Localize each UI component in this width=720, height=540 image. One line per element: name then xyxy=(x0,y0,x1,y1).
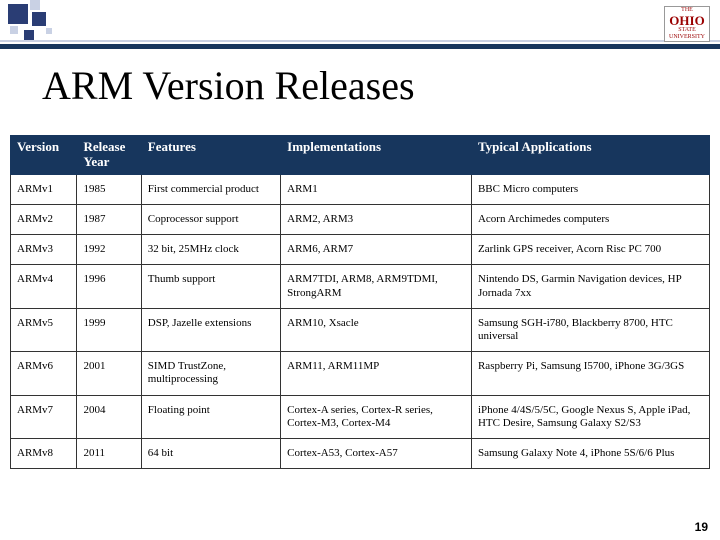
cell-features: DSP, Jazelle extensions xyxy=(141,308,280,351)
table-row: ARMv62001SIMD TrustZone, multiprocessing… xyxy=(11,352,710,395)
logo-line2: OHIO xyxy=(667,14,707,27)
cell-impl: ARM2, ARM3 xyxy=(281,205,472,235)
col-applications: Typical Applications xyxy=(471,136,709,175)
cell-year: 1999 xyxy=(77,308,141,351)
cell-year: 1987 xyxy=(77,205,141,235)
cell-impl: ARM11, ARM11MP xyxy=(281,352,472,395)
table-row: ARMv8201164 bitCortex-A53, Cortex-A57Sam… xyxy=(11,438,710,468)
cell-features: 64 bit xyxy=(141,438,280,468)
table-header-row: Version Release Year Features Implementa… xyxy=(11,136,710,175)
col-version: Version xyxy=(11,136,77,175)
page-number: 19 xyxy=(695,520,708,534)
cell-impl: ARM6, ARM7 xyxy=(281,235,472,265)
table-container: Version Release Year Features Implementa… xyxy=(10,135,710,469)
logo-line3: STATE xyxy=(667,27,707,34)
table-row: ARMv21987Coprocessor supportARM2, ARM3Ac… xyxy=(11,205,710,235)
cell-apps: Samsung Galaxy Note 4, iPhone 5S/6/6 Plu… xyxy=(471,438,709,468)
cell-year: 2001 xyxy=(77,352,141,395)
cell-features: Floating point xyxy=(141,395,280,438)
corner-squares-icon xyxy=(0,0,120,40)
table-row: ARMv41996Thumb supportARM7TDI, ARM8, ARM… xyxy=(11,265,710,308)
cell-apps: Raspberry Pi, Samsung I5700, iPhone 3G/3… xyxy=(471,352,709,395)
header-rule-dark xyxy=(0,44,720,49)
table-row: ARMv3199232 bit, 25MHz clockARM6, ARM7Za… xyxy=(11,235,710,265)
col-implementations: Implementations xyxy=(281,136,472,175)
table-row: ARMv72004Floating pointCortex-A series, … xyxy=(11,395,710,438)
cell-apps: Zarlink GPS receiver, Acorn Risc PC 700 xyxy=(471,235,709,265)
arm-releases-table: Version Release Year Features Implementa… xyxy=(10,135,710,469)
cell-apps: Acorn Archimedes computers xyxy=(471,205,709,235)
logo-line4: UNIVERSITY xyxy=(667,34,707,41)
col-release-year: Release Year xyxy=(77,136,141,175)
cell-impl: ARM7TDI, ARM8, ARM9TDMI, StrongARM xyxy=(281,265,472,308)
cell-year: 1996 xyxy=(77,265,141,308)
cell-impl: ARM1 xyxy=(281,174,472,204)
cell-apps: BBC Micro computers xyxy=(471,174,709,204)
cell-year: 2011 xyxy=(77,438,141,468)
slide-header: THE OHIO STATE UNIVERSITY xyxy=(0,0,720,50)
col-features: Features xyxy=(141,136,280,175)
cell-impl: Cortex-A series, Cortex-R series, Cortex… xyxy=(281,395,472,438)
cell-apps: Nintendo DS, Garmin Navigation devices, … xyxy=(471,265,709,308)
cell-features: Thumb support xyxy=(141,265,280,308)
cell-apps: Samsung SGH-i780, Blackberry 8700, HTC u… xyxy=(471,308,709,351)
cell-year: 1992 xyxy=(77,235,141,265)
cell-year: 1985 xyxy=(77,174,141,204)
cell-features: 32 bit, 25MHz clock xyxy=(141,235,280,265)
cell-version: ARMv4 xyxy=(11,265,77,308)
header-rule-light xyxy=(0,40,720,42)
cell-version: ARMv2 xyxy=(11,205,77,235)
cell-features: SIMD TrustZone, multiprocessing xyxy=(141,352,280,395)
cell-features: First commercial product xyxy=(141,174,280,204)
page-title: ARM Version Releases xyxy=(42,62,415,109)
cell-version: ARMv3 xyxy=(11,235,77,265)
cell-impl: Cortex-A53, Cortex-A57 xyxy=(281,438,472,468)
cell-version: ARMv7 xyxy=(11,395,77,438)
cell-apps: iPhone 4/4S/5/5C, Google Nexus S, Apple … xyxy=(471,395,709,438)
ohio-state-logo: THE OHIO STATE UNIVERSITY xyxy=(664,6,710,42)
cell-impl: ARM10, Xsacle xyxy=(281,308,472,351)
slide: THE OHIO STATE UNIVERSITY ARM Version Re… xyxy=(0,0,720,540)
cell-version: ARMv5 xyxy=(11,308,77,351)
cell-version: ARMv1 xyxy=(11,174,77,204)
cell-year: 2004 xyxy=(77,395,141,438)
cell-version: ARMv6 xyxy=(11,352,77,395)
cell-features: Coprocessor support xyxy=(141,205,280,235)
cell-version: ARMv8 xyxy=(11,438,77,468)
table-row: ARMv11985First commercial productARM1BBC… xyxy=(11,174,710,204)
table-row: ARMv51999DSP, Jazelle extensionsARM10, X… xyxy=(11,308,710,351)
